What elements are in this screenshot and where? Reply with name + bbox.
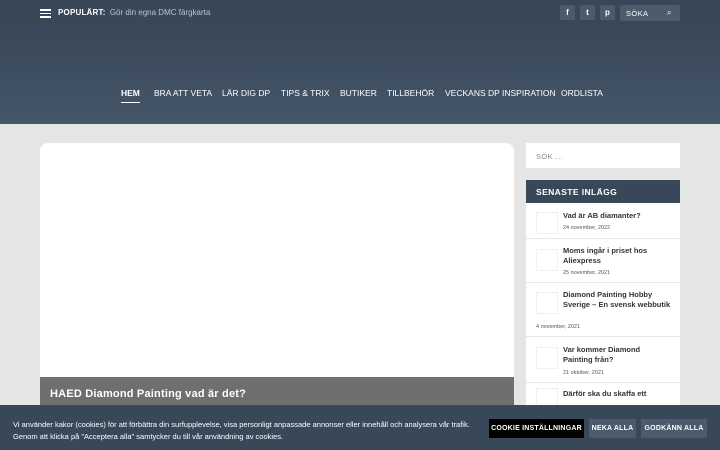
sidebar-search-input[interactable]: SÖK ... xyxy=(526,143,680,168)
recent-posts-list: Vad är AB diamanter? 24 november, 2022 M… xyxy=(526,203,680,405)
reject-all-button[interactable]: NEKA ALLA xyxy=(589,419,636,438)
divider xyxy=(526,336,680,337)
nav-item-ordlista[interactable]: ORDLISTA xyxy=(561,88,603,98)
post-thumbnail[interactable] xyxy=(536,292,558,314)
search-icon[interactable]: ⌕ xyxy=(667,8,671,18)
post-title[interactable]: Vad är AB diamanter? xyxy=(563,211,671,221)
nav-item-bra-att-veta[interactable]: BRA ATT VETA xyxy=(154,88,212,98)
featured-post-title[interactable]: HAED Diamond Painting vad är det? xyxy=(50,388,246,400)
post-title[interactable]: Moms ingår i priset hos Aliexpress xyxy=(563,246,671,265)
top-search-placeholder: SÖKA xyxy=(626,9,649,18)
popular-bar: POPULÄRT: Gör din egna DMC färgkarta xyxy=(58,8,210,17)
popular-link[interactable]: Gör din egna DMC färgkarta xyxy=(110,8,211,17)
cookie-settings-button[interactable]: COOKIE INSTÄLLNINGAR xyxy=(489,419,584,438)
post-date: 25 november, 2021 xyxy=(563,270,611,276)
post-date: 24 november, 2022 xyxy=(563,225,611,231)
nav-item-veckans-dp-inspiration[interactable]: VECKANS DP INSPIRATION xyxy=(445,88,556,98)
cookie-text: Vi använder kakor (cookies) för att förb… xyxy=(13,419,483,443)
recent-posts-header: SENASTE INLÄGG xyxy=(526,180,680,203)
divider xyxy=(526,238,680,239)
featured-post-image[interactable] xyxy=(40,143,514,405)
post-date: 21 oktober, 2021 xyxy=(563,370,604,376)
post-thumbnail[interactable] xyxy=(536,249,558,271)
post-thumbnail[interactable] xyxy=(536,388,558,405)
popular-label: POPULÄRT: xyxy=(58,8,106,17)
nav-item-tillbehor[interactable]: TILLBEHÖR xyxy=(387,88,434,98)
twitter-icon[interactable]: t xyxy=(580,5,595,20)
post-thumbnail[interactable] xyxy=(536,347,558,369)
post-thumbnail[interactable] xyxy=(536,212,558,234)
hamburger-menu-icon[interactable] xyxy=(40,9,51,18)
sidebar-search-placeholder: SÖK ... xyxy=(536,152,563,161)
site-header: HEM BRA ATT VETA LÄR DIG DP TIPS & TRIX … xyxy=(0,27,720,124)
divider xyxy=(526,382,680,383)
nav-item-hem[interactable]: HEM xyxy=(121,88,140,103)
divider xyxy=(526,282,680,283)
pinterest-icon[interactable]: p xyxy=(600,5,615,20)
post-title[interactable]: Var kommer Diamond Painting från? xyxy=(563,345,671,364)
cookie-text-line-1: Vi använder kakor (cookies) för att förb… xyxy=(13,420,470,429)
nav-item-tips-trix[interactable]: TIPS & TRIX xyxy=(281,88,330,98)
nav-item-lar-dig-dp[interactable]: LÄR DIG DP xyxy=(222,88,270,98)
post-date: 4 november, 2021 xyxy=(536,324,581,330)
post-title[interactable]: Därför ska du skaffa ett xyxy=(563,389,671,399)
recent-posts-title: SENASTE INLÄGG xyxy=(536,187,618,197)
facebook-icon[interactable]: f xyxy=(560,5,575,20)
cookie-text-line-2: Genom att klicka på "Acceptera alla" sam… xyxy=(13,432,284,441)
nav-item-butiker[interactable]: BUTIKER xyxy=(340,88,377,98)
post-title[interactable]: Diamond Painting Hobby Sverige – En sven… xyxy=(563,290,671,309)
accept-all-button[interactable]: GODKÄNN ALLA xyxy=(641,419,707,438)
top-search-input[interactable]: SÖKA ⌕ xyxy=(620,5,680,21)
